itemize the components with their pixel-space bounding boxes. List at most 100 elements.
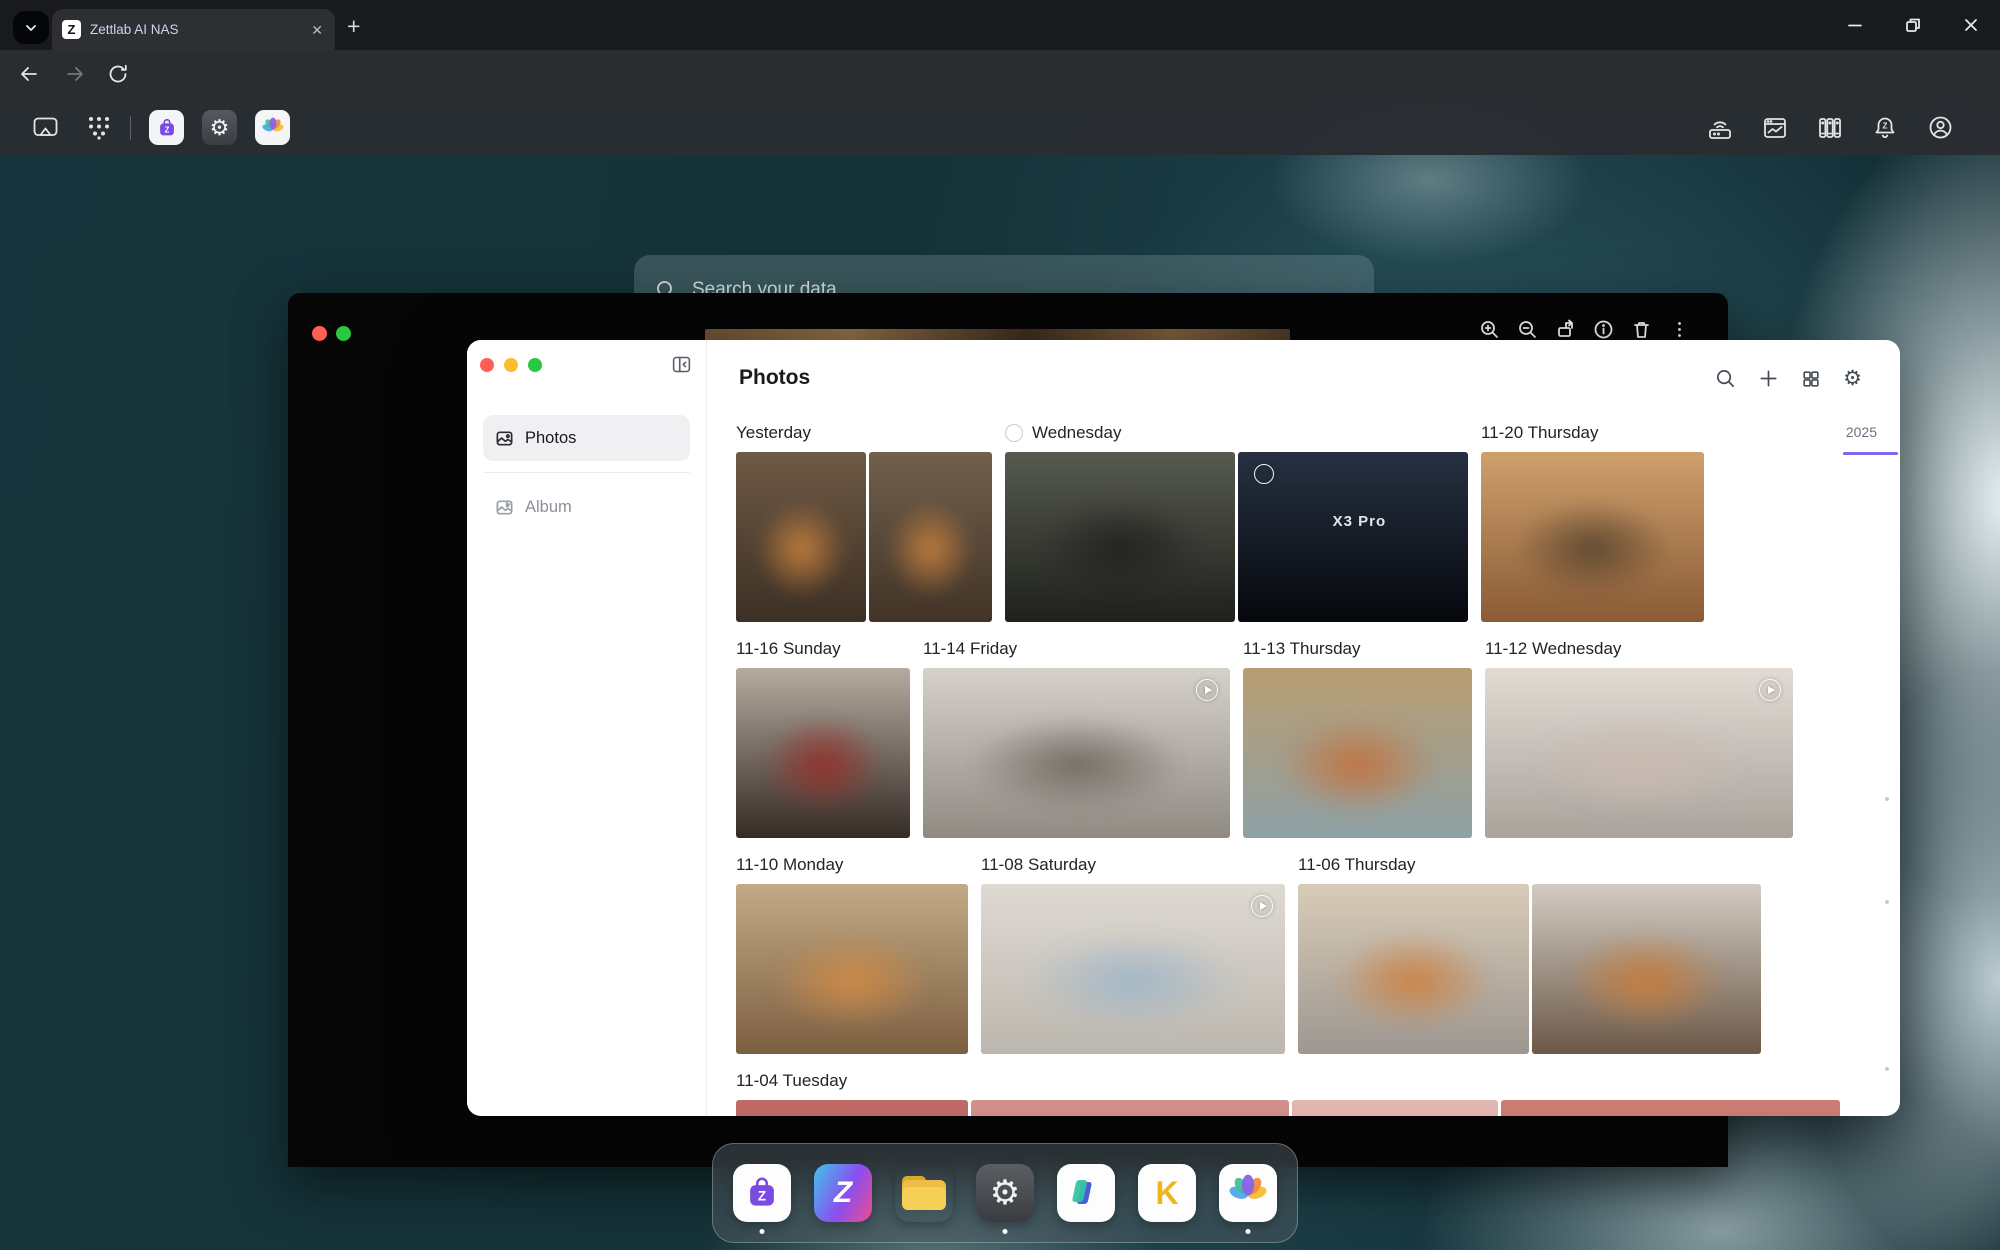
photo-tile[interactable] — [1005, 452, 1235, 622]
dock-app-store-icon[interactable]: Z — [733, 1164, 791, 1222]
dock-office-icon[interactable] — [1057, 1164, 1115, 1222]
storage-icon[interactable] — [1817, 115, 1843, 141]
photo-tile[interactable] — [736, 668, 910, 838]
settings-button[interactable]: ⚙ — [202, 110, 237, 145]
day-select-circle[interactable] — [1005, 424, 1023, 442]
svg-text:Z: Z — [1883, 121, 1888, 130]
photo-tile[interactable] — [971, 1100, 1289, 1116]
dock-settings-icon[interactable]: ⚙ — [976, 1164, 1034, 1222]
photo-tile[interactable] — [1292, 1100, 1498, 1116]
photo-select-circle[interactable] — [1254, 464, 1274, 484]
photos-window: Photos Album Photos — [467, 340, 1900, 1116]
traffic-light-yellow[interactable] — [504, 358, 518, 372]
minimize-button[interactable] — [1826, 0, 1884, 50]
dock: Z Z ⚙ — [712, 1143, 1298, 1243]
date-label-row: 11-13 Thursday — [1243, 638, 1472, 660]
photo-tile[interactable] — [1532, 884, 1761, 1054]
sidebar-item-album[interactable]: Album — [483, 484, 690, 530]
layout-grid-icon[interactable] — [1801, 369, 1821, 389]
photos-settings-icon[interactable]: ⚙ — [1843, 368, 1862, 389]
photos-main: Photos ⚙ YesterdayWednesdayX3 Pro11-20 T… — [707, 340, 1900, 1116]
app-launcher-icon[interactable] — [86, 114, 112, 141]
router-icon[interactable] — [1707, 115, 1733, 141]
share-icon[interactable] — [1555, 319, 1576, 340]
photos-sidebar: Photos Album — [467, 340, 707, 1116]
traffic-light-red[interactable] — [480, 358, 494, 372]
tile-strip — [1485, 668, 1793, 838]
photos-button[interactable] — [255, 110, 290, 145]
reload-button[interactable] — [107, 63, 129, 85]
photo-subject — [1566, 932, 1726, 1031]
timeline-year[interactable]: 2025 — [1846, 424, 1877, 440]
zoom-in-icon[interactable] — [1479, 319, 1500, 340]
lotus-icon — [1227, 1172, 1269, 1214]
image-icon — [495, 429, 514, 448]
new-tab-button[interactable]: + — [347, 13, 360, 40]
photo-tile[interactable] — [1298, 884, 1529, 1054]
photo-subject — [1277, 716, 1437, 815]
viewer-zoom-light[interactable] — [336, 326, 351, 341]
page-title: Photos — [739, 366, 810, 390]
back-button[interactable] — [18, 63, 40, 85]
video-tile[interactable] — [923, 668, 1230, 838]
date-group: 11-08 Saturday — [981, 854, 1285, 1054]
dock-k-app-icon[interactable]: K — [1138, 1164, 1196, 1222]
photo-subject — [1514, 500, 1670, 599]
dock-zettlab-icon[interactable]: Z — [814, 1164, 872, 1222]
delete-icon[interactable] — [1631, 319, 1652, 340]
tab-search-button[interactable] — [13, 11, 49, 44]
photo-subject — [756, 500, 847, 599]
zoom-out-icon[interactable] — [1517, 319, 1538, 340]
restore-button[interactable] — [1884, 0, 1942, 50]
photo-tile[interactable] — [736, 884, 968, 1054]
notification-bell-icon[interactable]: Z — [1872, 115, 1898, 141]
photo-tile[interactable]: X3 Pro — [1238, 452, 1468, 622]
photo-subject — [969, 716, 1184, 815]
date-label: 11-12 Wednesday — [1485, 639, 1621, 659]
video-tile[interactable] — [1485, 668, 1793, 838]
photo-tile[interactable] — [869, 452, 992, 622]
add-icon[interactable] — [1758, 368, 1779, 389]
date-label-row: 11-14 Friday — [923, 638, 1230, 660]
close-button[interactable] — [1942, 0, 2000, 50]
photo-tile[interactable] — [1481, 452, 1704, 622]
tile-strip — [1243, 668, 1472, 838]
screen-mirror-icon[interactable] — [32, 115, 59, 140]
photos-header-icons: ⚙ — [1715, 368, 1862, 389]
forward-button[interactable] — [64, 63, 86, 85]
more-icon[interactable] — [1669, 319, 1690, 340]
app-store-button[interactable]: Z — [149, 110, 184, 145]
timeline-dot — [1885, 900, 1889, 904]
date-label: 11-13 Thursday — [1243, 639, 1361, 659]
tile-strip — [736, 452, 992, 622]
photo-text: X3 Pro — [1333, 513, 1387, 530]
dock-photos-icon[interactable] — [1219, 1164, 1277, 1222]
collapse-sidebar-icon[interactable] — [671, 354, 692, 375]
photo-tile[interactable] — [736, 1100, 968, 1116]
photo-tile[interactable] — [1501, 1100, 1840, 1116]
running-indicator — [1003, 1229, 1008, 1234]
sidebar-item-label: Photos — [525, 429, 576, 448]
window-controls — [1826, 0, 2000, 50]
date-label-row: 11-12 Wednesday — [1485, 638, 1793, 660]
browser-tab[interactable]: Z Zettlab AI NAS ✕ — [52, 9, 335, 50]
info-icon[interactable] — [1593, 319, 1614, 340]
photo-tile[interactable] — [736, 452, 866, 622]
topbar-divider — [130, 116, 131, 140]
screen: Z Zettlab AI NAS ✕ + — [0, 0, 2000, 1250]
tab-close-icon[interactable]: ✕ — [309, 21, 325, 39]
photo-tile[interactable] — [1243, 668, 1472, 838]
dock-files-icon[interactable] — [895, 1164, 953, 1222]
account-icon[interactable] — [1927, 114, 1954, 141]
traffic-light-green[interactable] — [528, 358, 542, 372]
sidebar-item-photos[interactable]: Photos — [483, 415, 690, 461]
photo-row: 11-10 Monday11-08 Saturday11-06 Thursday — [736, 854, 1880, 1054]
tile-strip — [736, 668, 910, 838]
viewer-close-light[interactable] — [312, 326, 327, 341]
date-label-row: 11-16 Sunday — [736, 638, 910, 660]
date-label: 11-06 Thursday — [1298, 855, 1416, 875]
video-tile[interactable] — [981, 884, 1285, 1054]
system-monitor-icon[interactable] — [1762, 115, 1788, 141]
sidebar-divider — [483, 472, 690, 473]
search-photos-icon[interactable] — [1715, 368, 1736, 389]
